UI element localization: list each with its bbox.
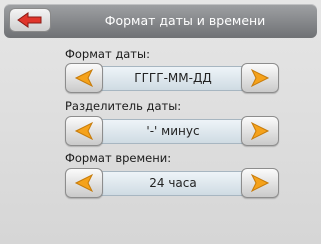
time-format-selector: 24 часа — [65, 168, 279, 198]
back-button[interactable] — [9, 8, 51, 32]
arrow-right-icon — [250, 122, 270, 140]
date-separator-selector: '-' минус — [65, 116, 279, 146]
date-separator-prev-button[interactable] — [65, 116, 103, 146]
arrow-right-icon — [250, 69, 270, 87]
arrow-right-icon — [250, 174, 270, 192]
page-title: Формат даты и времени — [104, 13, 266, 28]
date-format-selector: ГГГГ-ММ-ДД — [65, 63, 279, 93]
date-separator-label: Разделитель даты: — [65, 99, 182, 113]
date-format-next-button[interactable] — [241, 63, 279, 93]
back-arrow-icon — [17, 12, 42, 28]
time-format-value: 24 часа — [83, 171, 263, 196]
date-format-label: Формат даты: — [65, 47, 150, 61]
date-time-format-screen: Формат даты и времени Формат даты: ГГГГ-… — [0, 0, 321, 244]
time-format-next-button[interactable] — [241, 168, 279, 198]
date-separator-value: '-' минус — [83, 119, 263, 144]
time-format-prev-button[interactable] — [65, 168, 103, 198]
date-separator-next-button[interactable] — [241, 116, 279, 146]
arrow-left-icon — [74, 174, 94, 192]
arrow-left-icon — [74, 69, 94, 87]
arrow-left-icon — [74, 122, 94, 140]
time-format-label: Формат времени: — [65, 151, 172, 165]
date-format-prev-button[interactable] — [65, 63, 103, 93]
date-format-value: ГГГГ-ММ-ДД — [83, 66, 263, 91]
